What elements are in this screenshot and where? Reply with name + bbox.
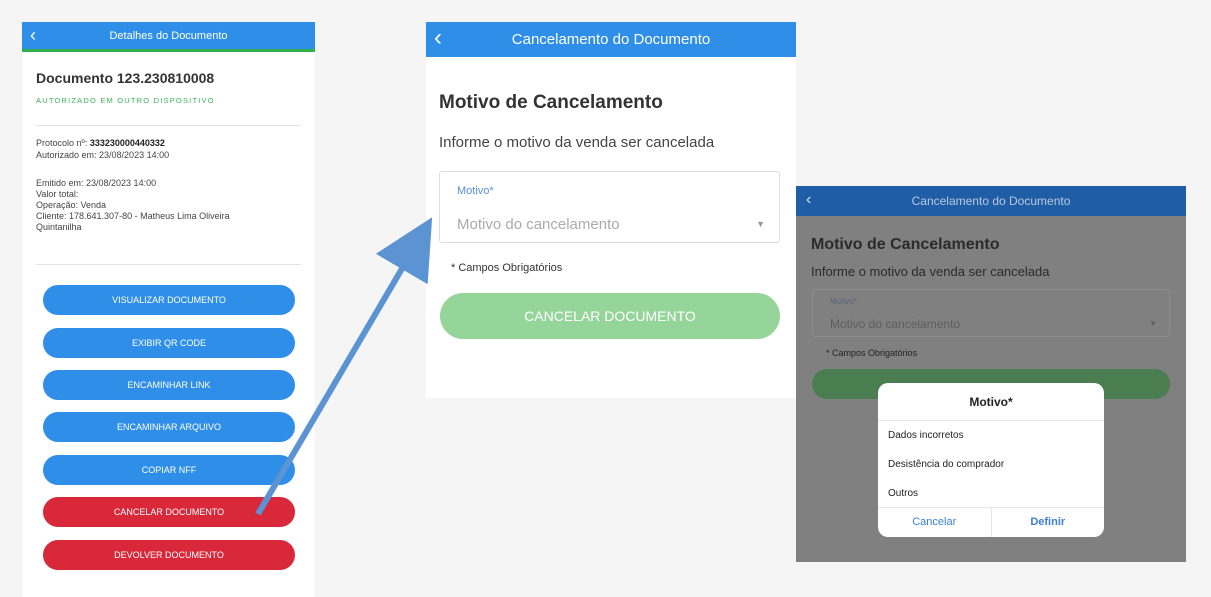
cancel-document-button[interactable]: CANCELAR DOCUMENTO <box>43 497 295 527</box>
status-label: AUTORIZADO EM OUTRO DISPOSITIVO <box>36 96 215 105</box>
client-line-2: Quintanilha <box>36 222 82 232</box>
show-qr-code-button[interactable]: EXIBIR QR CODE <box>43 328 295 358</box>
reason-select-label: Motivo* <box>457 185 494 197</box>
reason-select-placeholder: Motivo do cancelamento <box>457 216 620 233</box>
return-document-button[interactable]: DEVOLVER DOCUMENTO <box>43 540 295 570</box>
document-details-screen: ‹ Detalhes do Documento Documento 123.23… <box>22 22 315 597</box>
document-title: Documento 123.230810008 <box>36 70 215 86</box>
page-title: Motivo de Cancelamento <box>439 92 663 113</box>
page-title: Motivo de Cancelamento <box>811 236 1000 253</box>
document-details-header: ‹ Detalhes do Documento <box>22 22 315 52</box>
cancel-document-screen: ‹ Cancelamento do Documento Motivo de Ca… <box>426 22 796 398</box>
copy-nff-button[interactable]: COPIAR NFF <box>43 455 295 485</box>
protocol-line: Protocolo nº: 333230000440332 <box>36 138 165 148</box>
back-arrow-icon[interactable]: ‹ <box>30 22 36 48</box>
required-fields-note: * Campos Obrigatórios <box>826 348 918 358</box>
divider <box>36 264 301 265</box>
dialog-title: Motivo* <box>878 383 1104 421</box>
protocol-value: 333230000440332 <box>89 138 165 148</box>
divider <box>36 125 301 126</box>
cancel-document-dialog-screen: ‹ Cancelamento do Documento Motivo de Ca… <box>796 186 1186 562</box>
protocol-label: Protocolo nº: <box>36 138 90 148</box>
reason-option[interactable]: Dados incorretos <box>878 421 1104 450</box>
reason-option[interactable]: Desistência do comprador <box>878 450 1104 479</box>
header-title: Detalhes do Documento <box>109 30 228 42</box>
dialog-actions: Cancelar Definir <box>878 507 1104 537</box>
dialog-cancel-button[interactable]: Cancelar <box>878 508 991 537</box>
page-subtitle: Informe o motivo da venda ser cancelada <box>439 134 715 151</box>
cancel-document-button[interactable]: CANCELAR DOCUMENTO <box>440 293 780 339</box>
cancel-document-header: ‹ Cancelamento do Documento <box>796 186 1186 216</box>
chevron-down-icon: ▼ <box>756 219 765 229</box>
forward-link-button[interactable]: ENCAMINHAR LINK <box>43 370 295 400</box>
reason-select[interactable]: Motivo* Motivo do cancelamento ▼ <box>439 171 780 243</box>
reason-picker-dialog: Motivo* Dados incorretos Desistência do … <box>878 383 1104 537</box>
page-subtitle: Informe o motivo da venda ser cancelada <box>811 264 1050 279</box>
total-value: Valor total: <box>36 189 79 199</box>
client-line-1: Cliente: 178.641.307-80 - Matheus Lima O… <box>36 211 230 221</box>
operation: Operação: Venda <box>36 200 107 210</box>
cancel-document-header: ‹ Cancelamento do Documento <box>426 22 796 57</box>
reason-select-placeholder: Motivo do cancelamento <box>830 317 961 331</box>
authorized-at: Autorizado em: 23/08/2023 14:00 <box>36 150 170 160</box>
required-fields-note: * Campos Obrigatórios <box>451 262 563 274</box>
back-arrow-icon[interactable]: ‹ <box>806 186 811 214</box>
issued-at: Emitido em: 23/08/2023 14:00 <box>36 178 157 188</box>
dialog-confirm-button[interactable]: Definir <box>990 508 1105 537</box>
chevron-down-icon: ▼ <box>1149 319 1157 328</box>
back-arrow-icon[interactable]: ‹ <box>434 22 442 54</box>
header-title: Cancelamento do Documento <box>511 31 711 48</box>
view-document-button[interactable]: VISUALIZAR DOCUMENTO <box>43 285 295 315</box>
reason-select[interactable]: Motivo* Motivo do cancelamento ▼ <box>812 289 1170 337</box>
reason-select-label: Motivo* <box>830 297 857 306</box>
header-title: Cancelamento do Documento <box>911 194 1071 208</box>
forward-file-button[interactable]: ENCAMINHAR ARQUIVO <box>43 412 295 442</box>
reason-option[interactable]: Outros <box>878 479 1104 508</box>
